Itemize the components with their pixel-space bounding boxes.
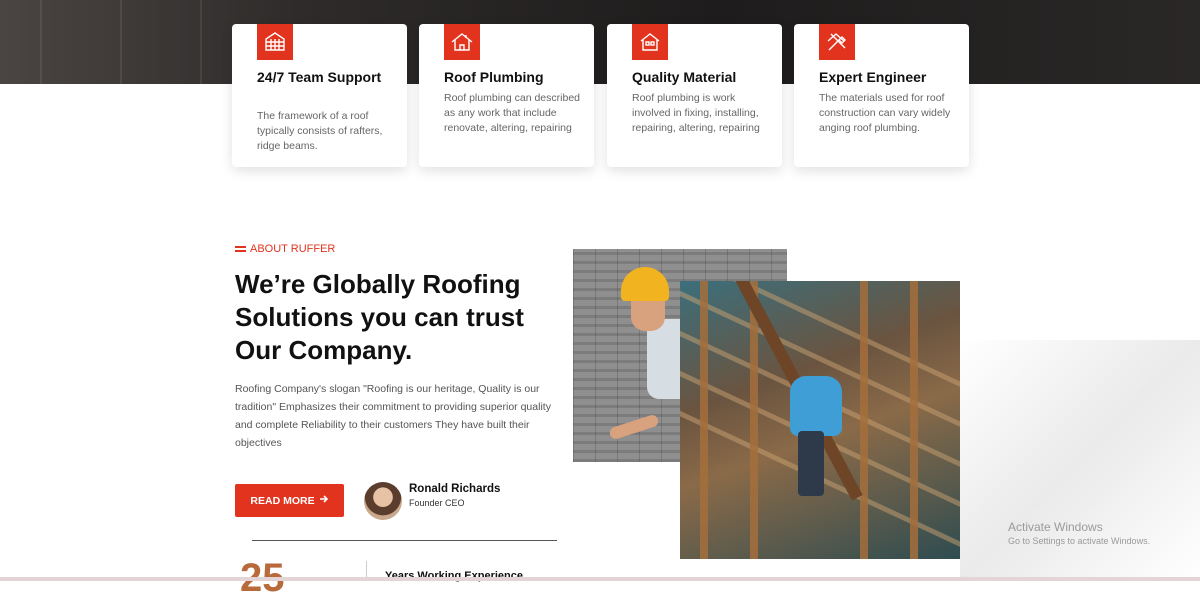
house-icon: [632, 24, 668, 60]
roof-house-icon: [444, 24, 480, 60]
bottom-strip: [0, 577, 1200, 581]
person-name: Ronald Richards: [409, 483, 501, 495]
arrow-right-icon: [319, 494, 329, 507]
avatar: [364, 482, 402, 520]
feature-card-roof-plumbing: Roof Plumbing Roof plumbing can describe…: [419, 24, 594, 167]
feature-title: Expert Engineer: [819, 69, 927, 85]
feature-card-expert-engineer: Expert Engineer The materials used for r…: [794, 24, 969, 167]
divider: [252, 540, 557, 541]
roof-tiles-icon: [257, 24, 293, 60]
person-role: Founder CEO: [409, 498, 465, 508]
watermark-title: Activate Windows: [1008, 520, 1103, 534]
boat-frame-photo: [680, 281, 960, 559]
feature-text: The framework of a roof typically consis…: [257, 110, 383, 152]
feature-title: Roof Plumbing: [444, 69, 544, 85]
feature-text: Roof plumbing is work involved in fixing…: [632, 92, 760, 134]
about-text: Roofing Company's slogan "Roofing is our…: [235, 383, 551, 449]
about-headline: We’re Globally Roofing Solutions you can…: [235, 269, 524, 365]
feature-title: 24/7 Team Support: [257, 69, 382, 85]
activate-windows-watermark: Activate Windows Go to Settings to activ…: [1008, 520, 1150, 546]
watermark-subtitle: Go to Settings to activate Windows.: [1008, 536, 1151, 546]
feature-text: The materials used for roof construction…: [819, 92, 951, 134]
feature-card-team-support: 24/7 Team Support The framework of a roo…: [232, 24, 407, 167]
section-tag-label: ABOUT RUFFER: [250, 243, 336, 255]
section-tag: ABOUT RUFFER: [235, 243, 335, 255]
hero-background: [0, 0, 1200, 84]
read-more-label: READ MORE: [250, 494, 315, 507]
tools-icon: [819, 24, 855, 60]
read-more-button[interactable]: READ MORE: [235, 484, 344, 517]
feature-title: Quality Material: [632, 69, 737, 85]
feature-card-quality-material: Quality Material Roof plumbing is work i…: [607, 24, 782, 167]
dash-icon: [235, 246, 246, 252]
feature-text: Roof plumbing can described as any work …: [444, 92, 580, 134]
